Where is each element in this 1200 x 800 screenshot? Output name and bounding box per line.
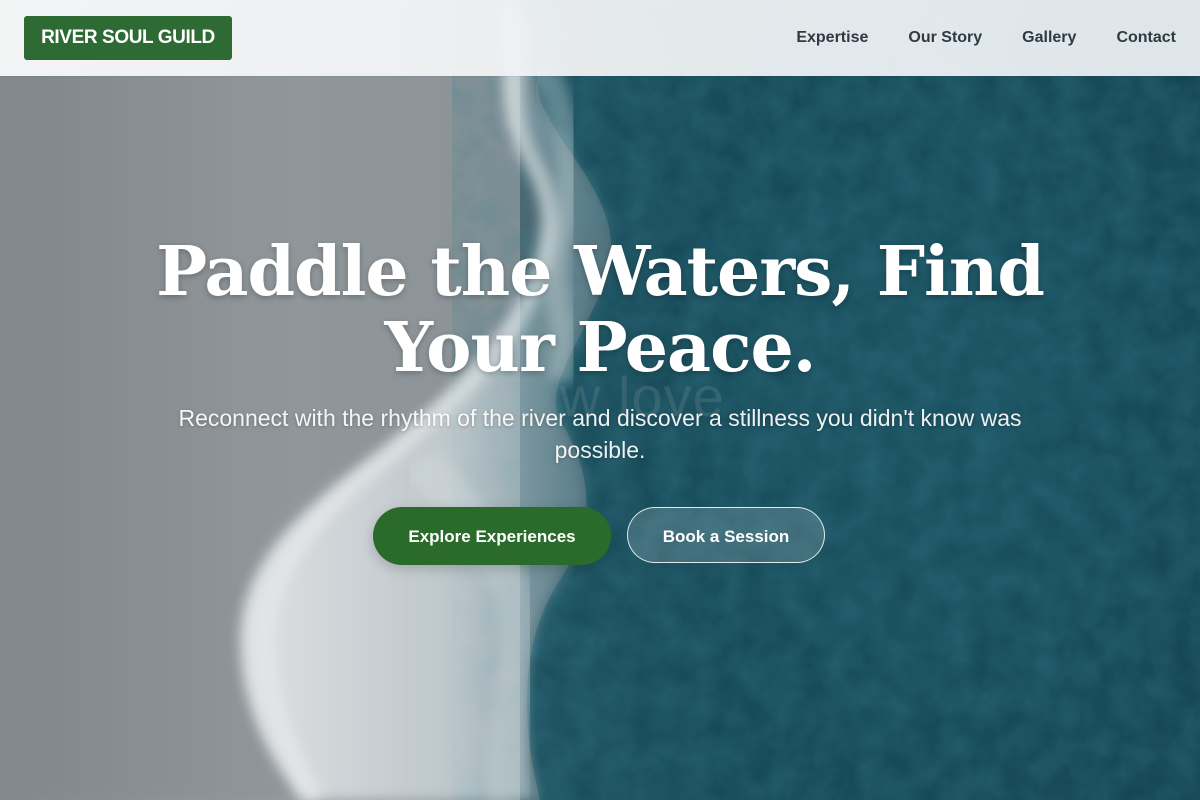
page: RIVER SOUL GUILD Expertise Our Story Gal… — [0, 0, 1200, 800]
brand-logo[interactable]: RIVER SOUL GUILD — [24, 16, 232, 60]
nav-link-our-story[interactable]: Our Story — [908, 29, 982, 47]
hero-subtitle: Reconnect with the rhythm of the river a… — [178, 405, 1022, 463]
nav-link-contact[interactable]: Contact — [1116, 29, 1176, 47]
site-header: RIVER SOUL GUILD Expertise Our Story Gal… — [0, 0, 1200, 76]
hero-title: Paddle the Waters, Find Your Peace. — [156, 232, 1045, 388]
nav-link-gallery[interactable]: Gallery — [1022, 29, 1076, 47]
hero-section: w love Paddle the Waters, Find Your Peac… — [0, 0, 1200, 800]
explore-experiences-button[interactable]: Explore Experiences — [373, 507, 611, 565]
nav-link-expertise[interactable]: Expertise — [796, 29, 868, 47]
book-session-button[interactable]: Book a Session — [627, 507, 825, 563]
main-nav: Expertise Our Story Gallery Contact — [796, 0, 1176, 76]
